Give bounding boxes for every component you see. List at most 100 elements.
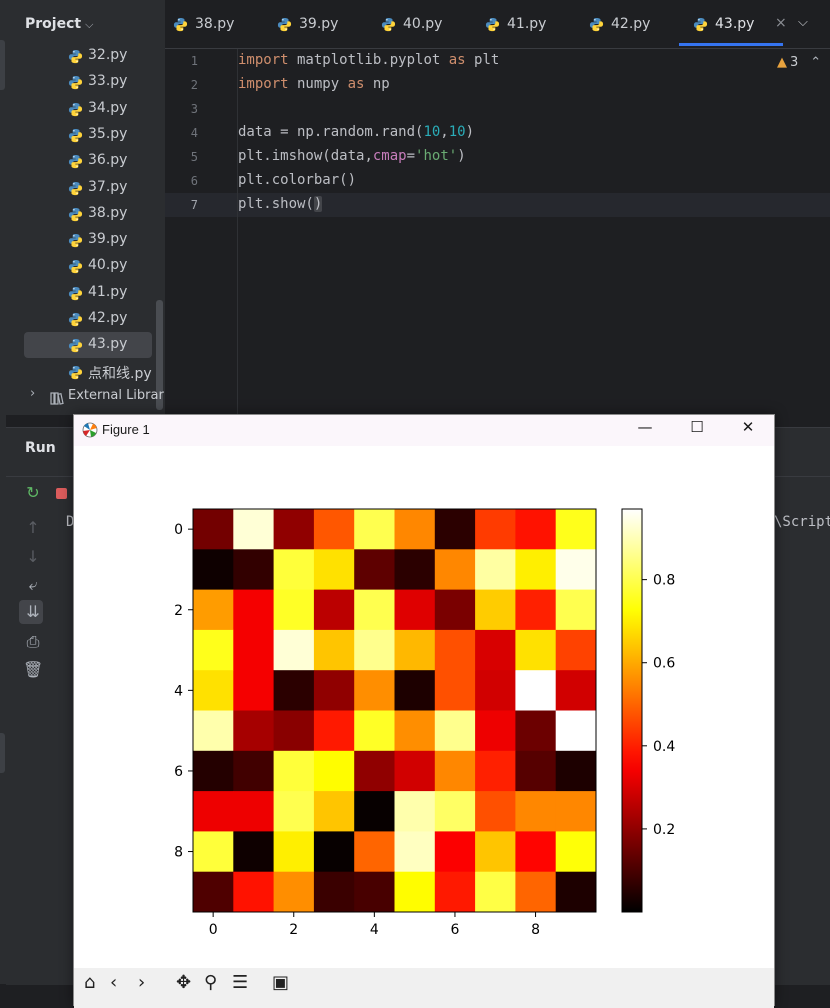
zoom-icon[interactable]: ⚲ [204, 972, 217, 993]
heatmap-cell [475, 629, 516, 671]
matched-bracket: ) [313, 196, 323, 212]
pan-icon[interactable]: ✥ [176, 972, 191, 993]
tree-item-file[interactable]: 43.py [24, 332, 152, 359]
tree-item-file[interactable]: 41.py [24, 280, 152, 306]
tree-item-label: 32.py [88, 47, 128, 63]
chevron-right-icon[interactable]: › [30, 386, 35, 401]
tree-item-label: 38.py [88, 204, 128, 221]
python-file-icon [68, 75, 83, 94]
trash-icon[interactable]: 🗑 [23, 660, 43, 679]
tree-item-file[interactable]: 32.py [24, 43, 152, 69]
editor-tab[interactable]: 42.py [589, 0, 689, 48]
heatmap-cell [555, 589, 597, 631]
code-token: plt.show( [238, 196, 314, 212]
code-line-7[interactable]: plt.show() [238, 196, 323, 212]
heatmap-cell [555, 750, 597, 792]
tree-item-file[interactable]: 34.py [24, 96, 152, 122]
code-line-2[interactable]: import numpy as np [238, 76, 390, 92]
tree-item-file[interactable]: 35.py [24, 122, 152, 148]
heatmap-cell [233, 509, 275, 550]
code-token: ) [465, 124, 475, 140]
heatmap-cell [354, 509, 395, 550]
colorbar-tick-label: 0.4 [653, 739, 675, 755]
editor-tab[interactable]: 43.py × [693, 0, 793, 48]
y-tick-label: 8 [174, 845, 183, 861]
chevron-down-icon[interactable]: ⌵ [85, 18, 93, 31]
heatmap-cell [354, 589, 395, 631]
python-file-icon [485, 17, 500, 36]
tree-item-file[interactable]: 38.py [24, 201, 152, 227]
scroll-to-end-icon[interactable]: ⇊ [23, 602, 43, 621]
code-line-6[interactable]: plt.colorbar() [238, 172, 356, 188]
tree-item-file[interactable]: 40.py [24, 253, 152, 279]
close-button[interactable]: ✕ [728, 418, 768, 442]
stop-icon[interactable] [51, 484, 71, 503]
parameter-name: cmap [372, 148, 407, 164]
code-token: ) [457, 148, 466, 164]
heatmap-cell [193, 710, 234, 752]
tab-label: 38.py [195, 16, 235, 32]
tree-item-file[interactable]: 点和线.py [24, 359, 152, 385]
tree-item-file[interactable]: 33.py [24, 69, 152, 95]
heatmap-cell [555, 871, 597, 913]
soft-wrap-icon[interactable]: ⤶ [23, 575, 43, 595]
code-token: plt.imshow(data [238, 148, 365, 164]
heatmap-cell [193, 831, 234, 873]
project-panel-header[interactable]: Project ⌵ [25, 16, 93, 32]
heatmap-cell [233, 629, 275, 671]
heatmap-cell [193, 629, 234, 671]
tree-item-file[interactable]: 39.py [24, 227, 152, 253]
heatmap-cell [515, 509, 557, 550]
tree-item-label: 35.py [88, 125, 128, 142]
editor-tab[interactable]: 41.py [485, 0, 585, 48]
heatmap-cell [354, 831, 395, 873]
code-line-1[interactable]: import matplotlib.pyplot as plt [238, 52, 499, 68]
minimize-button[interactable]: — [625, 418, 665, 442]
gutter-divider [237, 49, 238, 415]
save-icon[interactable]: ▣ [272, 972, 289, 993]
tree-item-label: 39.py [88, 231, 128, 248]
chevron-down-icon[interactable]: ⌵ [798, 15, 808, 30]
library-icon [50, 390, 64, 409]
heatmap-cell [193, 589, 234, 631]
code-editor[interactable]: 1234567 import matplotlib.pyplot as plt … [165, 49, 830, 415]
configure-subplots-icon[interactable]: ☰ [232, 972, 248, 993]
maximize-button[interactable]: ☐ [677, 418, 717, 442]
heatmap-cell [313, 670, 355, 711]
editor-tab[interactable]: 39.py [277, 0, 377, 48]
heatmap-cell [555, 629, 597, 671]
run-panel-title: Run [25, 440, 56, 456]
forward-icon[interactable]: › [138, 972, 145, 993]
inspection-widget[interactable]: ▲ 3 ⌃ [777, 55, 821, 70]
python-file-icon [68, 259, 83, 278]
tree-item-external-libraries[interactable]: › External Librarie [24, 384, 165, 410]
matplotlib-logo-icon [82, 422, 98, 442]
home-icon[interactable]: ⌂ [84, 972, 95, 993]
line-number: 2 [190, 78, 198, 92]
editor-tab[interactable]: 38.py [173, 0, 273, 48]
close-icon[interactable]: × [775, 15, 787, 31]
rerun-icon[interactable]: ↻ [23, 483, 43, 502]
tab-label: 40.py [403, 16, 443, 32]
tree-item-file[interactable]: 36.py [24, 148, 152, 174]
figure-toolbar: ⌂ ‹ › ✥ ⚲ ☰ ▣ [74, 968, 774, 1008]
back-icon[interactable]: ‹ [110, 972, 117, 993]
heatmap-cell [555, 509, 597, 550]
line-number: 6 [190, 174, 198, 188]
chevron-up-icon[interactable]: ⌃ [810, 55, 821, 70]
arrow-up-icon[interactable]: ↑ [23, 518, 43, 537]
tab-label: 42.py [611, 16, 651, 32]
figure-title-bar[interactable]: Figure 1 — ☐ ✕ [74, 415, 774, 446]
tree-item-file[interactable]: 37.py [24, 175, 152, 201]
arrow-down-icon[interactable]: ↓ [23, 547, 43, 566]
x-tick-label: 0 [209, 922, 218, 938]
number-literal: 10 [448, 124, 466, 140]
code-line-5[interactable]: plt.imshow(data,cmap='hot') [238, 148, 466, 164]
editor-tab[interactable]: 40.py [381, 0, 481, 48]
console-output-path[interactable]: \Script [774, 514, 830, 530]
python-file-icon [68, 233, 83, 252]
print-icon[interactable]: ⎙ [23, 632, 43, 652]
heatmap-cell [313, 589, 355, 631]
tree-item-file[interactable]: 42.py [24, 306, 152, 332]
code-line-4[interactable]: data = np.random.rand(10,10) [238, 124, 474, 140]
